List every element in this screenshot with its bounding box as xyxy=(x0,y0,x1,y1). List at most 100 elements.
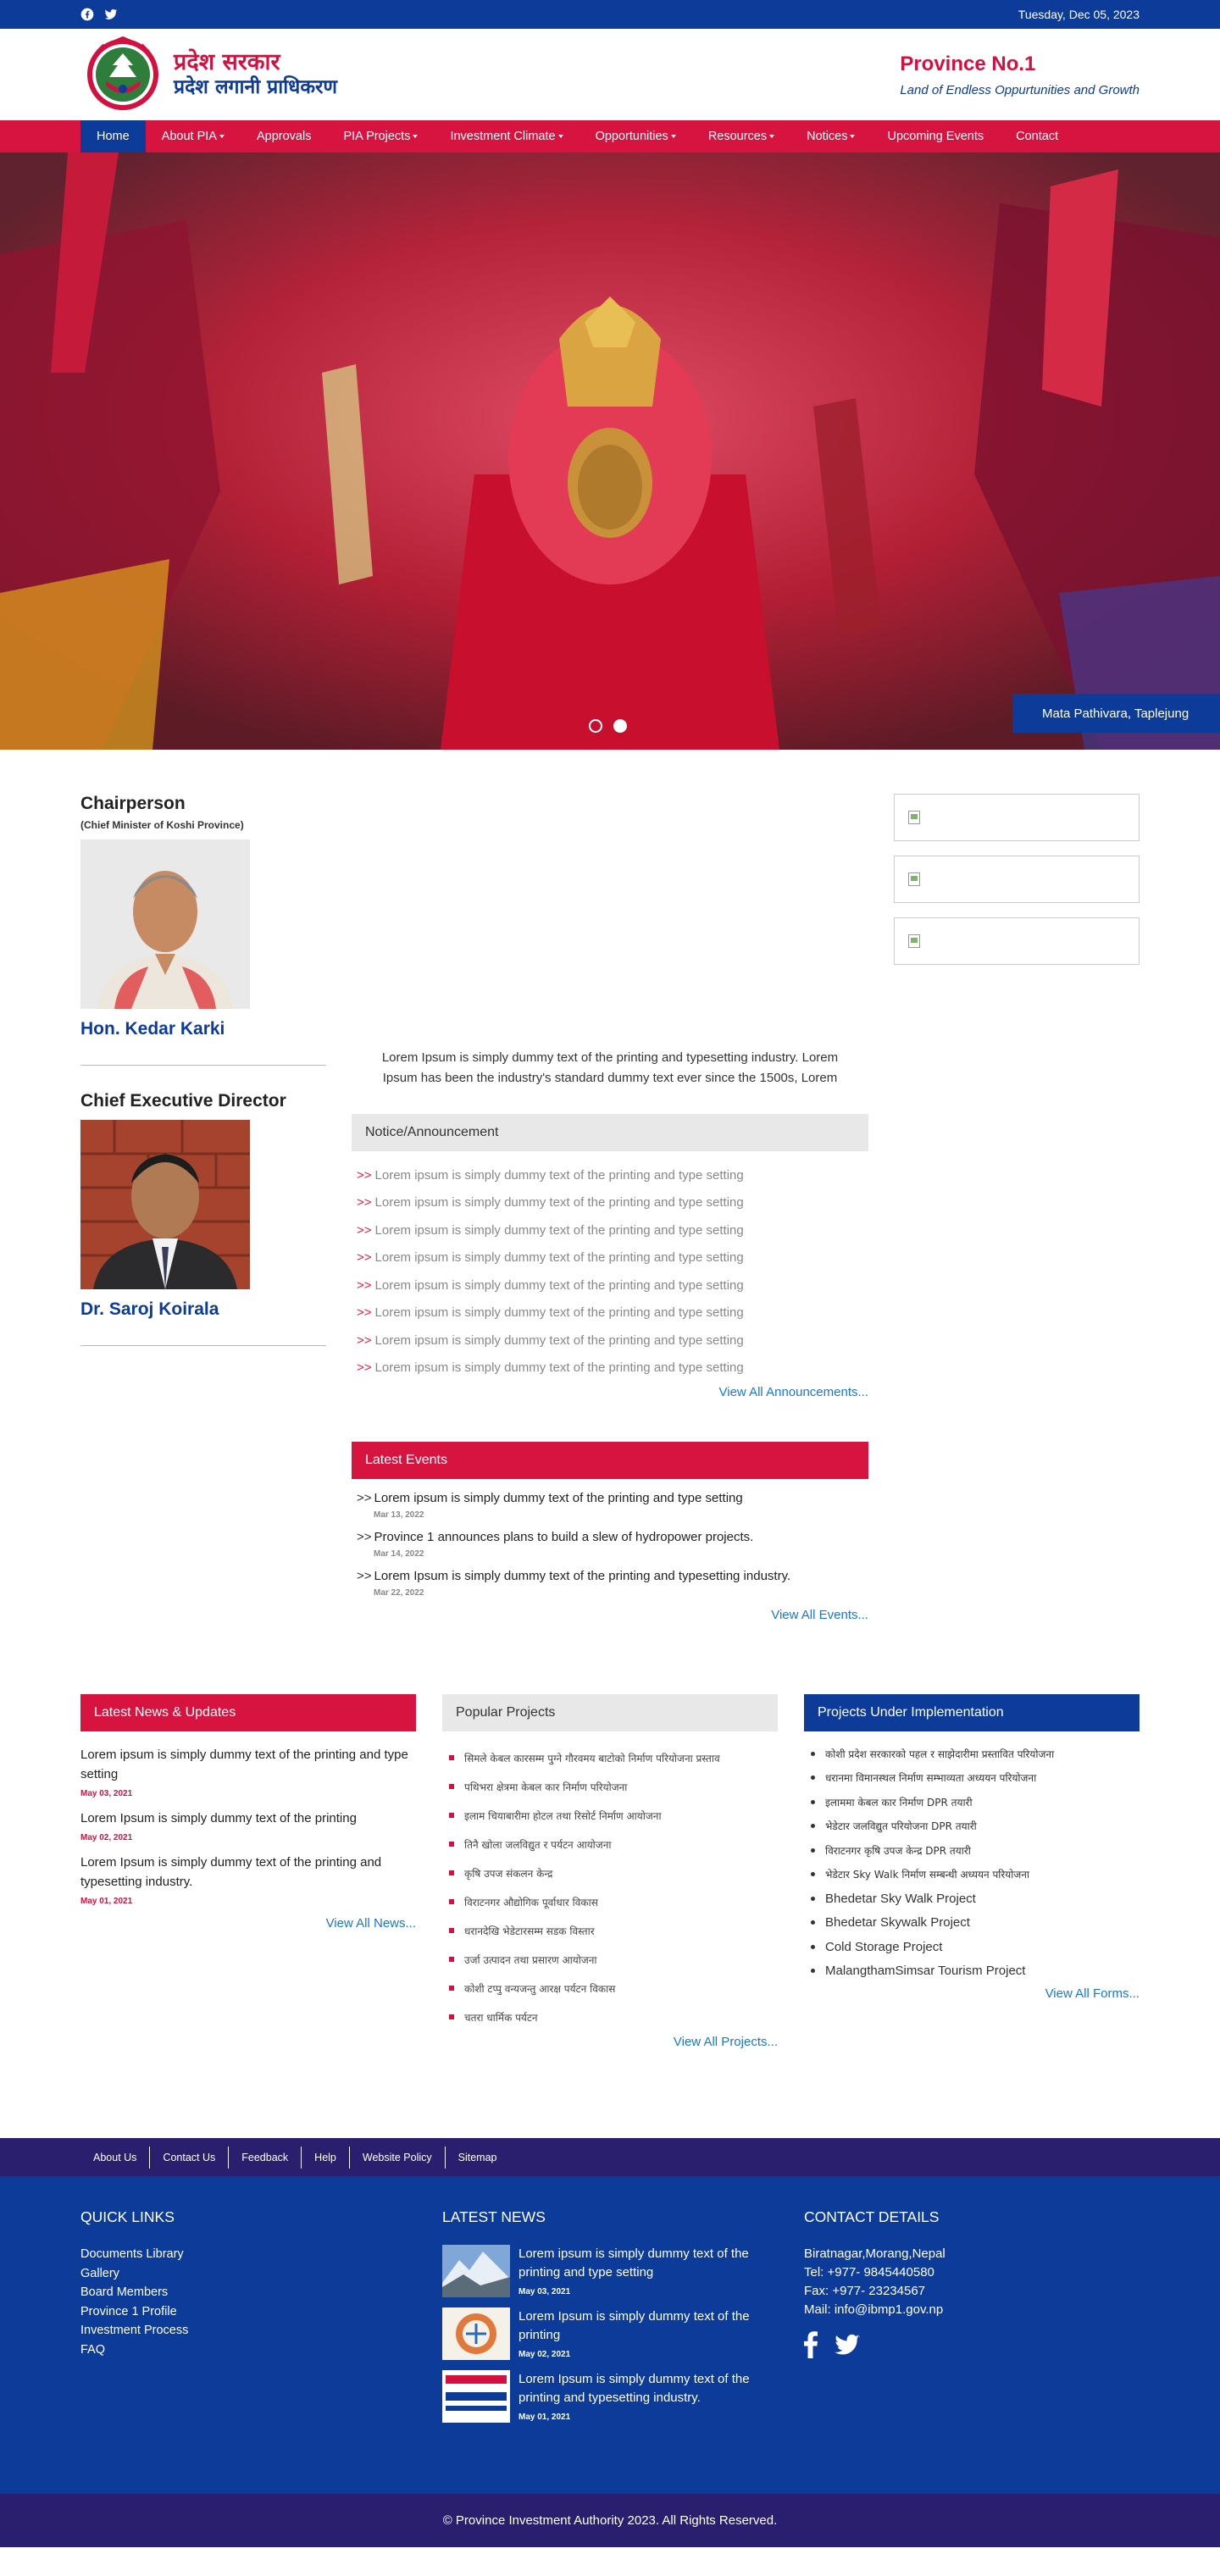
notice-item[interactable]: >> Lorem ipsum is simply dummy text of th… xyxy=(352,1189,868,1217)
nav-label: Contact xyxy=(1016,130,1059,143)
implementation-item[interactable]: Bhedetar Skywalk Project xyxy=(811,1911,1140,1936)
quick-link[interactable]: Province 1 Profile xyxy=(80,2302,416,2322)
news-item[interactable]: Lorem ipsum is simply dummy text of the … xyxy=(80,1745,416,1798)
facebook-icon[interactable] xyxy=(80,8,94,21)
nav-investment-climate[interactable]: Investment Climate xyxy=(434,120,579,152)
event-date: Mar 13, 2022 xyxy=(374,1510,424,1520)
footer-news-title: LATEST NEWS xyxy=(442,2208,546,2225)
province-block: Province No.1 Land of Endless Oppurtunit… xyxy=(900,53,1140,97)
contact-mail[interactable]: Mail: info@ibmp1.gov.np xyxy=(804,2301,1140,2319)
nav-upcoming-events[interactable]: Upcoming Events xyxy=(871,120,1000,152)
nav-resources[interactable]: Resources xyxy=(692,120,790,152)
contact-address: Biratnagar,Morang,Nepal xyxy=(804,2246,946,2261)
notice-item[interactable]: >> Lorem ipsum is simply dummy text of th… xyxy=(352,1216,868,1244)
nav-approvals[interactable]: Approvals xyxy=(241,120,327,152)
implementation-item[interactable]: विराटनगर कृषि उपज केन्द्र DPR तयारी xyxy=(811,1838,1140,1863)
footer-link-contact[interactable]: Contact Us xyxy=(150,2146,230,2169)
event-item[interactable]: >> Lorem Ipsum is simply dummy text of th… xyxy=(352,1569,868,1598)
site-logo[interactable]: प्रदेश सरकार प्रदेश लगानी प्राधिकरण xyxy=(80,36,337,113)
project-item[interactable]: सिमले केबल कारसम्म पुग्ने गौरवमय बाटोको … xyxy=(449,1743,778,1772)
ad-banner[interactable] xyxy=(894,794,1140,841)
quick-link[interactable]: Board Members xyxy=(80,2283,416,2302)
footer-link-help[interactable]: Help xyxy=(302,2146,350,2169)
view-all-announcements-link[interactable]: View All Announcements... xyxy=(352,1385,869,1399)
project-item[interactable]: कृषि उपज संकलन केन्द्र xyxy=(449,1859,778,1887)
twitter-icon[interactable] xyxy=(104,8,118,21)
nav-contact[interactable]: Contact xyxy=(1000,120,1074,152)
footer-link-sitemap[interactable]: Sitemap xyxy=(446,2147,510,2169)
slider-dot-active[interactable] xyxy=(613,719,627,733)
project-item[interactable]: तिनै खोला जलविद्युत र पर्यटन आयोजना xyxy=(449,1830,778,1859)
footer-news-text: Lorem Ipsum is simply dummy text of the … xyxy=(518,2372,750,2405)
ad-banner[interactable] xyxy=(894,917,1140,965)
quick-link[interactable]: Gallery xyxy=(80,2264,416,2284)
view-all-projects-link[interactable]: View All Projects... xyxy=(442,2035,778,2049)
nav-home[interactable]: Home xyxy=(80,120,146,152)
caret-down-icon xyxy=(219,135,225,138)
top-bar: Tuesday, Dec 05, 2023 xyxy=(0,0,1220,29)
project-item[interactable]: कोशी टप्पु वन्यजन्तु आरक्ष पर्यटन विकास xyxy=(449,1974,778,2003)
project-item[interactable]: चतरा धार्मिक पर्यटन xyxy=(449,2003,778,2031)
footer-news-item[interactable]: Lorem Ipsum is simply dummy text of the … xyxy=(442,2370,778,2423)
view-all-news-link[interactable]: View All News... xyxy=(80,1916,416,1931)
implementation-item[interactable]: Cold Storage Project xyxy=(811,1935,1140,1959)
nav-pia-projects[interactable]: PIA Projects xyxy=(327,120,434,152)
double-arrow-icon: >> xyxy=(357,1195,372,1210)
footer-link-feedback[interactable]: Feedback xyxy=(229,2146,302,2169)
project-item[interactable]: विराटनगर औद्योगिक पूर्वाधार विकास xyxy=(449,1887,778,1916)
news-item[interactable]: Lorem Ipsum is simply dummy text of the … xyxy=(80,1809,416,1842)
news-title: Lorem ipsum is simply dummy text of the … xyxy=(80,1748,408,1781)
implementation-item[interactable]: कोशी प्रदेश सरकारको पहल र साझेदारीमा प्र… xyxy=(811,1742,1140,1766)
project-item[interactable]: उर्जा उत्पादन तथा प्रसारण आयोजना xyxy=(449,1945,778,1974)
nav-label: PIA Projects xyxy=(343,130,411,143)
project-item[interactable]: इलाम चियाबारीमा होटल तथा रिसोर्ट निर्माण… xyxy=(449,1801,778,1830)
news-item[interactable]: Lorem Ipsum is simply dummy text of the … xyxy=(80,1853,416,1906)
chairperson-name[interactable]: Hon. Kedar Karki xyxy=(80,1019,326,1039)
implementation-item[interactable]: MalangthamSimsar Tourism Project xyxy=(811,1959,1140,1984)
event-item[interactable]: >> Province 1 announces plans to build a … xyxy=(352,1530,868,1559)
view-all-events-link[interactable]: View All Events... xyxy=(352,1608,868,1622)
nav-about-pia[interactable]: About PIA xyxy=(146,120,241,152)
quick-link[interactable]: Investment Process xyxy=(80,2321,416,2341)
footer-link-website-policy[interactable]: Website Policy xyxy=(350,2146,446,2169)
notice-item[interactable]: >> Lorem ipsum is simply dummy text of th… xyxy=(352,1161,868,1189)
double-arrow-icon: >> xyxy=(357,1491,372,1505)
twitter-icon[interactable] xyxy=(833,2331,862,2358)
notice-text: Lorem ipsum is simply dummy text of the … xyxy=(374,1305,744,1321)
chairperson-subtitle: (Chief Minister of Koshi Province) xyxy=(80,819,244,831)
footer-news-item[interactable]: Lorem Ipsum is simply dummy text of the … xyxy=(442,2307,778,2360)
implementation-item[interactable]: भेडेटार जलविद्युत परियोजना DPR तयारी xyxy=(811,1814,1140,1839)
implementation-list: कोशी प्रदेश सरकारको पहल र साझेदारीमा प्र… xyxy=(804,1742,1140,1983)
quick-link[interactable]: Documents Library xyxy=(80,2245,416,2264)
notice-item[interactable]: >> Lorem ipsum is simply dummy text of th… xyxy=(352,1354,868,1382)
nav-notices[interactable]: Notices xyxy=(790,120,871,152)
implementation-item[interactable]: भेडेटार Sky Walk निर्माण सम्बन्धी अध्ययन… xyxy=(811,1863,1140,1887)
notice-item[interactable]: >> Lorem ipsum is simply dummy text of th… xyxy=(352,1299,868,1327)
double-arrow-icon: >> xyxy=(357,1305,372,1321)
nav-label: About PIA xyxy=(161,130,217,143)
quick-link[interactable]: FAQ xyxy=(80,2341,416,2360)
ad-banner[interactable] xyxy=(894,856,1140,903)
ced-name[interactable]: Dr. Saroj Koirala xyxy=(80,1299,326,1320)
event-item[interactable]: >> Lorem ipsum is simply dummy text of th… xyxy=(352,1491,868,1520)
facebook-icon[interactable] xyxy=(804,2331,818,2358)
hero-slider[interactable]: Mata Pathivara, Taplejung xyxy=(0,152,1220,750)
events-heading: Latest Events xyxy=(352,1442,868,1479)
notice-section: Notice/Announcement >> Lorem ipsum is sim… xyxy=(352,1114,868,1399)
project-item[interactable]: धरानदेखि भेडेटारसम्म सडक विस्तार xyxy=(449,1916,778,1945)
implementation-item[interactable]: इलाममा केबल कार निर्माण DPR तयारी xyxy=(811,1790,1140,1814)
implementation-item[interactable]: धरानमा विमानस्थल निर्माण सम्भाव्यता अध्य… xyxy=(811,1766,1140,1791)
view-all-forms-link[interactable]: View All Forms... xyxy=(804,1986,1140,2001)
notice-item[interactable]: >> Lorem ipsum is simply dummy text of th… xyxy=(352,1244,868,1272)
project-item[interactable]: पथिभरा क्षेत्रमा केबल कार निर्माण परियोज… xyxy=(449,1772,778,1801)
implementation-item[interactable]: Bhedetar Sky Walk Project xyxy=(811,1886,1140,1911)
lower-sections: Latest News & Updates Lorem ipsum is sim… xyxy=(0,1694,1220,2049)
chairperson-role: Chairperson xyxy=(80,794,186,813)
footer-link-about[interactable]: About Us xyxy=(80,2146,151,2169)
nav-opportunities[interactable]: Opportunities xyxy=(580,120,692,152)
notice-item[interactable]: >> Lorem ipsum is simply dummy text of th… xyxy=(352,1271,868,1299)
footer-news-item[interactable]: Lorem ipsum is simply dummy text of the … xyxy=(442,2245,778,2297)
slider-dot[interactable] xyxy=(589,719,602,733)
notice-item[interactable]: >> Lorem ipsum is simply dummy text of th… xyxy=(352,1327,868,1354)
footer-news-date: May 02, 2021 xyxy=(518,2350,571,2359)
